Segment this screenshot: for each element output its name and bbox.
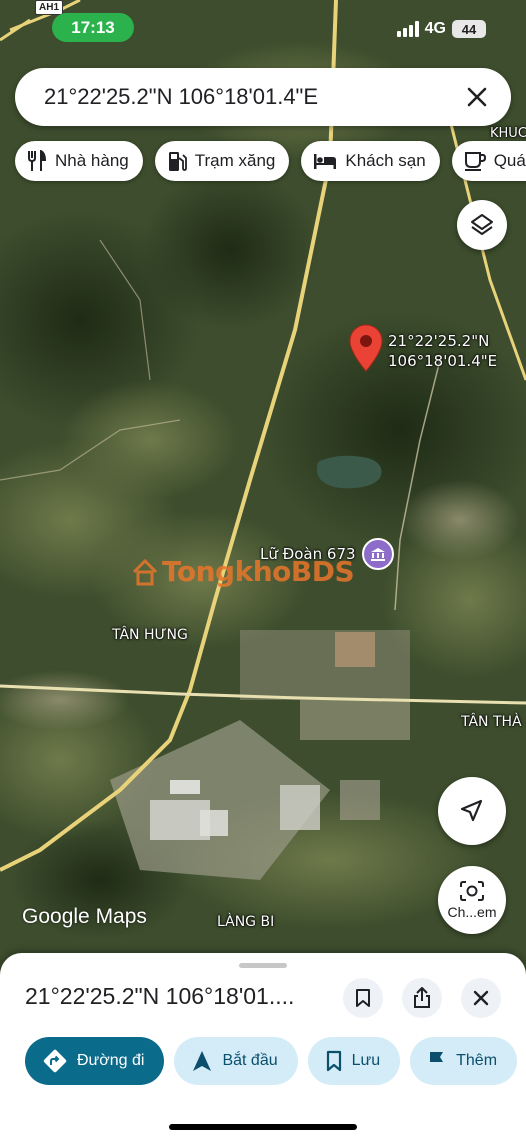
network-type: 4G	[424, 20, 446, 37]
chip-cafes[interactable]: Quán	[451, 141, 526, 181]
sheet-title: 21°22'25.2"N 106°18'01....	[25, 983, 295, 1009]
search-query[interactable]: 21°22'25.2"N 106°18'01.4"E	[44, 84, 455, 110]
route-shield: AH1	[35, 0, 64, 15]
close-icon[interactable]	[455, 75, 499, 119]
hotel-icon	[314, 154, 337, 169]
share-icon	[414, 987, 430, 1008]
pin-label-lng: 106°18'01.4"E	[388, 352, 498, 370]
pin-icon	[349, 324, 383, 372]
layers-button[interactable]	[457, 200, 507, 250]
chip-gas-stations[interactable]: Trạm xăng	[154, 141, 290, 181]
directions-icon	[43, 1049, 67, 1073]
chip-hotels[interactable]: Khách sạn	[301, 141, 440, 181]
camera-icon	[460, 881, 484, 901]
action-label: Đường đi	[77, 1052, 145, 1069]
google-maps-logo: Google Maps	[22, 905, 147, 929]
place-label-tan-thanh: TÂN THÀ	[461, 714, 522, 730]
lens-button[interactable]: Ch...em	[438, 866, 506, 934]
bookmark-icon	[326, 1050, 341, 1072]
layers-icon	[471, 214, 493, 235]
share-button[interactable]	[402, 978, 442, 1018]
category-chips: Nhà hàng Trạm xăng Khách sạn Quán	[15, 141, 526, 181]
search-bar[interactable]: 21°22'25.2"N 106°18'01.4"E	[15, 68, 511, 126]
save-button[interactable]: Lưu	[307, 1037, 401, 1085]
house-icon	[132, 558, 158, 585]
chip-label: Nhà hàng	[55, 151, 129, 170]
restaurant-icon	[28, 150, 47, 171]
status-indicators: 4G 44	[396, 20, 486, 38]
navigation-arrow-icon	[460, 799, 483, 822]
signal-icon	[396, 21, 419, 37]
gas-station-icon	[168, 152, 187, 171]
location-pin[interactable]	[349, 324, 383, 372]
chip-label: Trạm xăng	[194, 151, 276, 170]
place-label-tan-hung: TÂN HƯNG	[112, 627, 188, 643]
action-buttons: Đường đi Bắt đầu Lưu Thêm	[25, 1037, 518, 1085]
more-button[interactable]: Thêm	[410, 1037, 518, 1085]
sheet-drag-handle[interactable]	[239, 963, 287, 968]
google-wordmark: Google	[22, 905, 90, 928]
poi-marker[interactable]: Lữ Đoàn 673	[260, 538, 394, 570]
close-icon	[473, 990, 489, 1006]
landmark-icon	[361, 538, 394, 570]
place-label-khuc: KHUC	[490, 126, 526, 141]
maps-wordmark: Maps	[95, 905, 147, 928]
navigation-icon	[193, 1051, 212, 1071]
flag-icon	[430, 1052, 444, 1071]
place-label-lang-bi: LÀNG BI	[217, 914, 275, 930]
chip-restaurants[interactable]: Nhà hàng	[15, 141, 143, 181]
cafe-icon	[464, 152, 486, 171]
start-button[interactable]: Bắt đầu	[174, 1037, 298, 1085]
bookmark-outline-icon	[356, 989, 370, 1007]
action-label: Bắt đầu	[222, 1052, 278, 1069]
place-sheet[interactable]: 21°22'25.2"N 106°18'01.... Đường đi Bắt …	[0, 953, 526, 1138]
home-indicator[interactable]	[169, 1124, 357, 1130]
action-label: Thêm	[456, 1052, 498, 1069]
lens-label: Ch...em	[447, 904, 497, 920]
battery-icon: 44	[452, 20, 486, 38]
pin-label: 21°22'25.2"N 106°18'01.4"E	[388, 331, 497, 371]
status-time: 17:13	[52, 13, 134, 42]
poi-label: Lữ Đoàn 673	[260, 545, 356, 563]
chip-label: Khách sạn	[345, 151, 426, 170]
action-label: Lưu	[351, 1052, 381, 1069]
chip-label: Quán	[493, 151, 526, 170]
directions-button[interactable]: Đường đi	[25, 1037, 165, 1085]
save-icon-button[interactable]	[343, 978, 383, 1018]
close-sheet-button[interactable]	[461, 978, 501, 1018]
my-location-button[interactable]	[438, 777, 506, 845]
pin-label-lat: 21°22'25.2"N	[388, 332, 490, 350]
